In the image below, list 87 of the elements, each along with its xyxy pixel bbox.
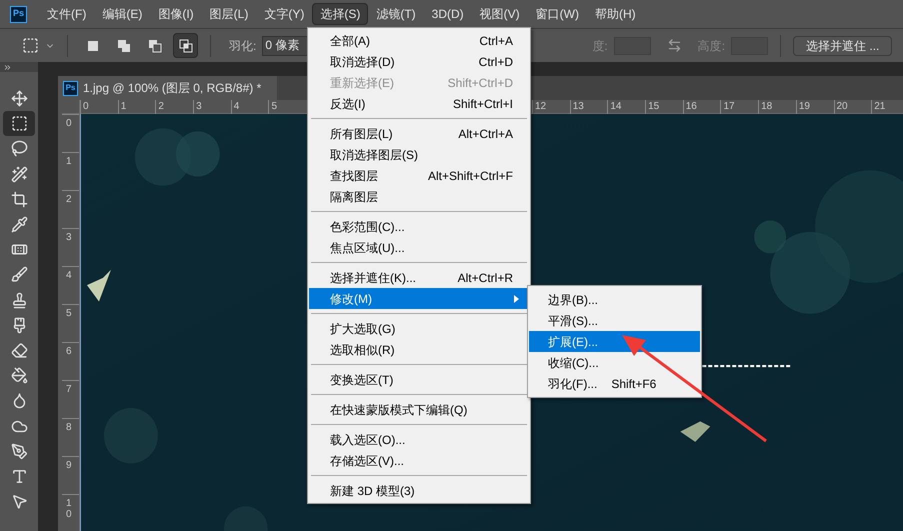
crop-icon xyxy=(10,190,28,208)
ruler-number: 21 xyxy=(874,101,886,112)
menu-bar-item[interactable]: 选择(S) xyxy=(312,3,368,25)
ruler-number: 5 xyxy=(66,308,73,319)
feather-label: 羽化: xyxy=(229,38,256,54)
ruler-number: 8 xyxy=(66,422,73,433)
menu-item[interactable]: 隔离图层 xyxy=(309,186,529,207)
paint-bucket-icon xyxy=(10,367,28,384)
menu-bar-item[interactable]: 帮助(H) xyxy=(586,3,644,25)
menu-item[interactable]: 选择并遮住(K)... Alt+Ctrl+R xyxy=(309,267,529,288)
ruler-number: 6 xyxy=(66,346,73,357)
expand-icon[interactable] xyxy=(3,62,12,72)
ruler-number: 20 xyxy=(836,101,848,112)
magic-wand-icon xyxy=(10,166,28,183)
menu-item[interactable]: 色彩范围(C)... xyxy=(309,216,529,237)
ruler-number: 15 xyxy=(648,101,660,112)
menu-bar-item[interactable]: 滤镜(T) xyxy=(368,3,424,25)
selection-mode-button[interactable] xyxy=(173,33,198,58)
app-logo: Ps xyxy=(10,6,27,22)
document-logo: Ps xyxy=(63,80,78,96)
submenu-item[interactable]: 边界(B)... xyxy=(529,289,700,310)
ruler-number: 0 xyxy=(83,101,89,112)
ruler-number: 9 xyxy=(66,460,73,471)
ruler-number: 13 xyxy=(572,101,584,112)
menu-bar-item[interactable]: 窗口(W) xyxy=(528,3,587,25)
menu-item[interactable]: 扩大选取(G) xyxy=(309,318,529,339)
ruler-number: 2 xyxy=(66,194,73,205)
ruler-number: 12 xyxy=(535,101,546,112)
subtract-selection-icon xyxy=(146,38,162,54)
lasso-icon xyxy=(10,140,28,158)
ruler-number: 14 xyxy=(610,101,622,112)
ruler-number: 18 xyxy=(761,101,772,112)
marquee-icon xyxy=(10,115,28,132)
menu-bar-item[interactable]: 编辑(E) xyxy=(94,3,150,25)
stamp-icon xyxy=(10,292,28,309)
menu-bar-item[interactable]: 图像(I) xyxy=(150,3,202,25)
swap-icon[interactable] xyxy=(666,38,682,53)
pointer-icon xyxy=(10,493,28,510)
move-icon xyxy=(10,90,28,108)
submenu-item[interactable]: 扩展(E)... xyxy=(529,331,700,352)
menu-item[interactable]: 反选(I) Shift+Ctrl+I xyxy=(309,93,529,114)
ruler-number: 0 xyxy=(66,118,73,129)
menu-item[interactable]: 修改(M) xyxy=(309,288,529,309)
submenu-item[interactable]: 羽化(F)... Shift+F6 xyxy=(529,373,700,394)
tool-button[interactable] xyxy=(3,111,35,136)
submenu-item[interactable]: 平滑(S)... xyxy=(529,310,700,331)
ruler-number: 10 xyxy=(66,498,73,520)
brush-icon xyxy=(10,266,28,284)
eraser-icon xyxy=(10,342,28,359)
ruler-number: 4 xyxy=(234,101,240,112)
ruler-number: 19 xyxy=(798,101,810,112)
menu-bar-item[interactable]: 图层(L) xyxy=(202,3,256,25)
type-icon xyxy=(10,468,28,485)
intersect-selection-icon xyxy=(178,38,194,54)
select-and-mask-button[interactable]: 选择并遮住 ... xyxy=(793,36,892,56)
document-tab[interactable]: Ps 1.jpg @ 100% (图层 0, RGB/8#) * xyxy=(58,76,278,100)
menu-item[interactable]: 新建 3D 模型(3) xyxy=(309,480,529,501)
menu-item[interactable]: 存储选区(V)... xyxy=(309,450,529,471)
menu-bar-item[interactable]: 视图(V) xyxy=(472,3,528,25)
document-title: 1.jpg @ 100% (图层 0, RGB/8#) * xyxy=(83,80,262,97)
add-selection-icon xyxy=(116,38,132,54)
menu-bar-item[interactable]: 文件(F) xyxy=(39,3,94,25)
submenu-item[interactable]: 收缩(C)... xyxy=(529,352,700,373)
menu-item[interactable]: 载入选区(O)... xyxy=(309,429,529,450)
menu-bar-item[interactable]: 文字(Y) xyxy=(256,3,312,25)
menu-item[interactable]: 查找图层 Alt+Shift+Ctrl+F xyxy=(309,165,529,186)
pen-icon xyxy=(10,442,28,460)
menu-item[interactable]: 变换选区(T) xyxy=(309,369,529,390)
ruler-number: 1 xyxy=(66,156,73,167)
ruler-number: 1 xyxy=(120,101,126,112)
menu-item[interactable]: 选取相似(R) xyxy=(309,339,529,360)
ruler-number: 2 xyxy=(158,101,164,112)
menu-bar-item[interactable]: 3D(D) xyxy=(424,3,472,25)
ruler-number: 5 xyxy=(271,101,277,112)
menu-item[interactable]: 取消选择图层(S) xyxy=(309,144,529,165)
ruler-number: 3 xyxy=(196,101,202,112)
ruler-number: 3 xyxy=(66,232,73,243)
ruler-number: 16 xyxy=(686,101,697,112)
menu-item[interactable]: 焦点区域(U)... xyxy=(309,237,529,258)
eyedropper-icon xyxy=(10,216,28,234)
menu-item[interactable]: 所有图层(L) Alt+Ctrl+A xyxy=(309,123,529,144)
menu-item[interactable]: 在快速蒙版模式下编辑(Q) xyxy=(309,399,529,420)
ruler-number: 17 xyxy=(723,101,735,112)
ruler-number: 7 xyxy=(66,384,73,395)
marquee-icon[interactable] xyxy=(22,37,39,54)
ruler-number: 4 xyxy=(66,270,73,281)
submenu-arrow-icon xyxy=(514,294,519,302)
